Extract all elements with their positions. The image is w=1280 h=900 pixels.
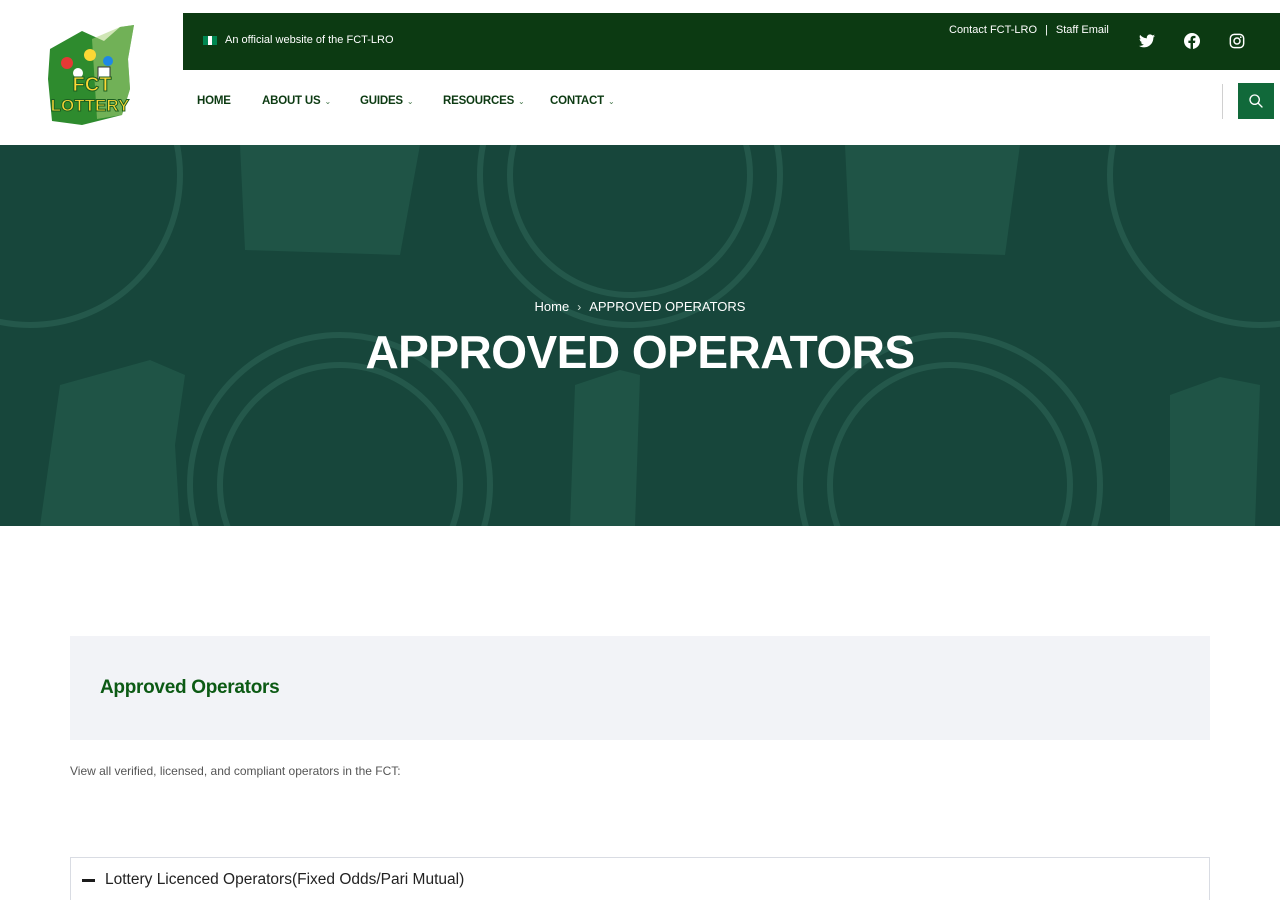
fct-lottery-logo-icon: FCT LOTTERY bbox=[47, 24, 134, 125]
top-bar: An official website of the FCT-LRO Conta… bbox=[183, 13, 1280, 70]
svg-text:FCT: FCT bbox=[72, 74, 111, 96]
accordion-lottery-operators[interactable]: Lottery Licenced Operators(Fixed Odds/Pa… bbox=[70, 857, 1210, 900]
section-title: Approved Operators bbox=[100, 677, 280, 698]
svg-text:LOTTERY: LOTTERY bbox=[50, 96, 129, 115]
page-hero: Home › APPROVED OPERATORS APPROVED OPERA… bbox=[0, 145, 1280, 526]
top-links: Contact FCT-LRO | Staff Email bbox=[949, 24, 1109, 36]
minus-icon bbox=[82, 879, 95, 882]
nav-guides[interactable]: GUIDES ⌄ bbox=[360, 95, 414, 107]
page-title: APPROVED OPERATORS bbox=[365, 326, 915, 378]
twitter-icon[interactable] bbox=[1138, 32, 1156, 50]
section-header-panel: Approved Operators bbox=[70, 636, 1210, 740]
nav-guides-label: GUIDES bbox=[360, 95, 403, 107]
staff-email-link[interactable]: Staff Email bbox=[1056, 24, 1109, 36]
accordion-label: Lottery Licenced Operators(Fixed Odds/Pa… bbox=[105, 871, 465, 888]
search-button[interactable] bbox=[1238, 83, 1274, 119]
facebook-icon[interactable] bbox=[1183, 32, 1201, 50]
chevron-right-icon: › bbox=[577, 299, 582, 314]
nav-contact-label: CONTACT bbox=[550, 95, 604, 107]
nav-about-us[interactable]: ABOUT US ⌄ bbox=[262, 95, 331, 107]
site-logo[interactable]: FCT LOTTERY bbox=[0, 0, 183, 145]
search-icon bbox=[1249, 94, 1263, 108]
chevron-down-icon: ⌄ bbox=[518, 96, 525, 106]
chevron-down-icon: ⌄ bbox=[607, 96, 615, 106]
nav-divider bbox=[1222, 84, 1223, 119]
nav-contact[interactable]: CONTACT ⌄ bbox=[550, 95, 615, 107]
intro-text: View all verified, licensed, and complia… bbox=[70, 764, 401, 778]
main-nav: HOME ABOUT US ⌄ GUIDES ⌄ RESOURCES ⌄ CON… bbox=[183, 70, 1280, 145]
nav-resources[interactable]: RESOURCES ⌄ bbox=[443, 95, 525, 107]
contact-fct-lro-link[interactable]: Contact FCT-LRO bbox=[949, 24, 1037, 36]
nigeria-flag-icon bbox=[203, 35, 218, 45]
breadcrumb-current: APPROVED OPERATORS bbox=[589, 299, 746, 314]
official-text: An official website of the FCT-LRO bbox=[225, 34, 394, 46]
nav-home[interactable]: HOME bbox=[197, 95, 231, 107]
chevron-down-icon: ⌄ bbox=[324, 96, 331, 106]
breadcrumb: Home › APPROVED OPERATORS bbox=[0, 299, 1280, 314]
nav-resources-label: RESOURCES bbox=[443, 95, 515, 107]
official-notice: An official website of the FCT-LRO bbox=[203, 34, 394, 46]
instagram-icon[interactable] bbox=[1228, 32, 1246, 50]
nav-home-label: HOME bbox=[197, 95, 231, 107]
nav-about-us-label: ABOUT US bbox=[262, 95, 321, 107]
breadcrumb-home-link[interactable]: Home bbox=[535, 299, 570, 314]
chevron-down-icon: ⌄ bbox=[406, 96, 414, 106]
link-separator: | bbox=[1045, 24, 1048, 36]
